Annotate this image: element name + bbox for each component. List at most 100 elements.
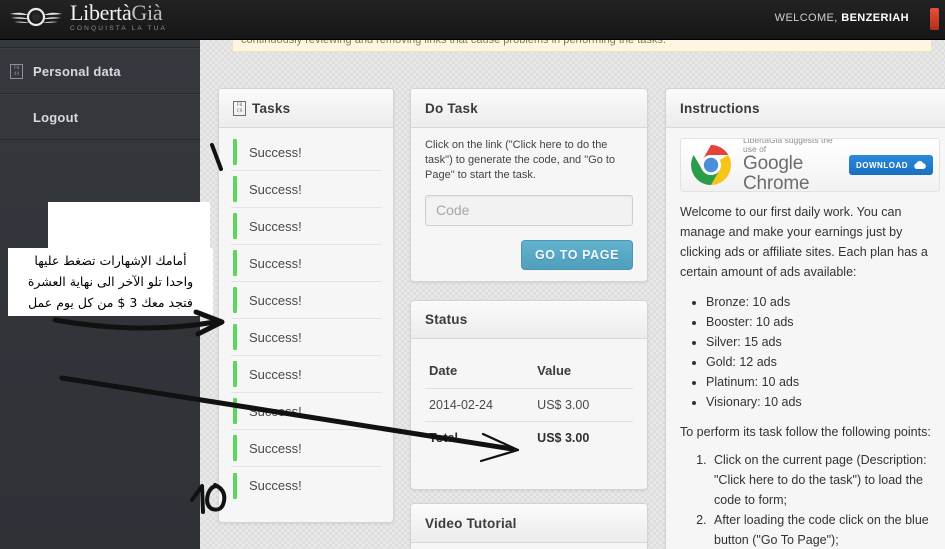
task-row[interactable]: Success! (231, 467, 381, 504)
plan-list-item: Gold: 12 ads (706, 352, 940, 372)
red-tab-icon[interactable] (930, 8, 939, 30)
task-status-bar (233, 287, 237, 313)
instructions-panel-header: Instructions (666, 89, 945, 128)
column-header-value: Value (533, 357, 633, 389)
task-status-bar (233, 398, 237, 424)
task-row[interactable]: Success! (231, 319, 381, 356)
task-row[interactable]: Success! (231, 430, 381, 467)
annotation-line-2: واحدا تلو الآخر الى نهاية العشرة (27, 274, 194, 289)
step-list-item: Click on the current page (Description: … (710, 450, 940, 510)
do-task-panel: Do Task Click on the link ("Click here t… (410, 88, 648, 282)
missing-glyph-icon: F0 C9 (233, 100, 246, 116)
status-panel-header: Status (411, 301, 647, 339)
status-body: Date Value 2014-02-24 US$ 3.00 Total US$ 3.… (411, 339, 647, 466)
brand-tagline: Conquista la Tua (70, 25, 168, 32)
task-status-bar (233, 324, 237, 350)
annotation-line-1: أمامك الإشهارات تضغط عليها (34, 253, 187, 268)
table-head: Date Value (425, 357, 633, 389)
instructions-body: LibertàGià suggests the use of Google Ch… (666, 128, 945, 549)
task-status-bar (233, 250, 237, 276)
plan-list-item: Silver: 15 ads (706, 332, 940, 352)
page-root: F0 44 Personal data Logout LibertàGià CO… (0, 0, 945, 549)
task-status-label: Success! (249, 440, 302, 456)
do-task-panel-header: Do Task (411, 89, 647, 128)
cell-date: 2014-02-24 (425, 388, 534, 422)
task-status-bar (233, 213, 237, 239)
task-row[interactable]: Success! (231, 356, 381, 393)
plan-list-item: Platinum: 10 ads (706, 372, 940, 392)
task-status-bar (233, 176, 237, 202)
winged-emblem-icon (10, 8, 62, 27)
task-status-label: Success! (249, 292, 302, 308)
panel-title: Do Task (425, 100, 478, 116)
task-status-bar (233, 361, 237, 387)
annotation-line-3: فتجد معك 3 $ من كل يوم عمل (28, 295, 193, 310)
chrome-promo-text: LibertàGià suggests the use of Google Ch… (743, 138, 841, 192)
go-to-page-button[interactable]: GO TO PAGE (521, 240, 633, 270)
task-status-bar (233, 435, 237, 461)
annotation-white-patch (48, 202, 210, 250)
brand-name: LibertàGià (70, 0, 163, 25)
task-status-label: Success! (249, 478, 302, 493)
video-tutorial-panel: Video Tutorial (410, 503, 648, 549)
panel-title: Status (425, 312, 468, 327)
task-status-bar (233, 472, 237, 499)
task-row[interactable]: Success! (231, 171, 381, 208)
task-row[interactable]: Success! (231, 245, 381, 282)
task-status-label: Success! (249, 255, 302, 271)
do-task-body: Click on the link ("Click here to do the… (411, 128, 647, 282)
task-status-bar (233, 139, 237, 165)
task-status-label: Success! (249, 366, 302, 382)
annotation-text-box: أمامك الإشهارات تضغط عليها واحدا تلو الآ… (8, 248, 213, 316)
sidebar-top-strip (0, 40, 200, 48)
status-table: Date Value 2014-02-24 US$ 3.00 Total US$ 3.… (425, 357, 633, 454)
instructions-panel: Instructions LibertàGià suggests the use… (665, 88, 945, 549)
code-input[interactable]: Code (425, 195, 633, 226)
task-row[interactable]: Success! (231, 134, 381, 171)
task-row[interactable]: Success! (231, 282, 381, 319)
sidebar-item-label: Logout (33, 109, 79, 125)
chrome-product-name: Google Chrome (743, 152, 810, 192)
instructions-steps-intro: To perform its task follow the following… (680, 425, 931, 439)
sidebar-item-personal-data[interactable]: F0 44 Personal data (0, 48, 200, 94)
chrome-promo-banner[interactable]: LibertàGià suggests the use of Google Ch… (680, 138, 940, 192)
task-row[interactable]: Success! (231, 393, 381, 430)
tasks-panel: F0 C9 Tasks Success! Success! Success! Succ… (218, 88, 394, 523)
sidebar-filler (0, 140, 200, 500)
brand-logo[interactable]: LibertàGià Conquista la Tua (8, 2, 167, 33)
steps-list: Click on the current page (Description: … (710, 450, 940, 549)
do-task-description: Click on the link ("Click here to do the… (425, 139, 616, 181)
cell-total-label: Total (429, 431, 458, 445)
tasks-list: Success! Success! Success! Success! Success!… (219, 128, 393, 510)
task-status-label: Success! (249, 403, 302, 419)
panel-title: Instructions (680, 100, 760, 116)
sidebar-item-logout[interactable]: Logout (0, 94, 200, 140)
video-tutorial-panel-header: Video Tutorial (411, 504, 647, 543)
chrome-suggest-text: LibertàGià suggests the use of (743, 138, 833, 155)
task-row[interactable]: Success! (231, 208, 381, 245)
brand-wordmark: LibertàGià Conquista la Tua (70, 2, 167, 33)
plans-list: Bronze: 10 adsBooster: 10 adsSilver: 15 … (706, 292, 940, 412)
welcome-message: WELCOME, BENZERIAH (774, 12, 909, 24)
task-status-label: Success! (249, 218, 302, 234)
sidebar-item-label: Personal data (33, 63, 121, 79)
cell-value: US$ 3.00 (533, 388, 633, 422)
plan-list-item: Booster: 10 ads (706, 312, 940, 332)
download-button-label: DOWNLOAD (856, 160, 908, 170)
instructions-intro: Welcome to our first daily work. You can… (680, 205, 928, 279)
task-status-label: Success! (249, 329, 302, 345)
plan-list-item: Visionary: 10 ads (706, 392, 940, 412)
table-header-row: Date Value (425, 357, 633, 389)
table-body: 2014-02-24 US$ 3.00 Total US$ 3.00 (425, 388, 633, 455)
column-header-date: Date (425, 357, 534, 389)
cloud-download-icon (914, 160, 926, 169)
missing-glyph-icon: F0 44 (10, 63, 23, 79)
do-task-actions: GO TO PAGE (425, 226, 633, 270)
download-button[interactable]: DOWNLOAD (849, 155, 933, 175)
plan-list-item: Bronze: 10 ads (706, 292, 940, 312)
task-status-label: Success! (249, 181, 302, 197)
top-bar: LibertàGià Conquista la Tua WELCOME, BEN… (0, 0, 945, 40)
status-panel: Status Date Value 2014-02-24 US$ 3.00 Tota… (410, 300, 648, 490)
table-row-total: Total US$ 3.00 (425, 422, 633, 455)
cell-total-value: US$ 3.00 (537, 431, 590, 445)
